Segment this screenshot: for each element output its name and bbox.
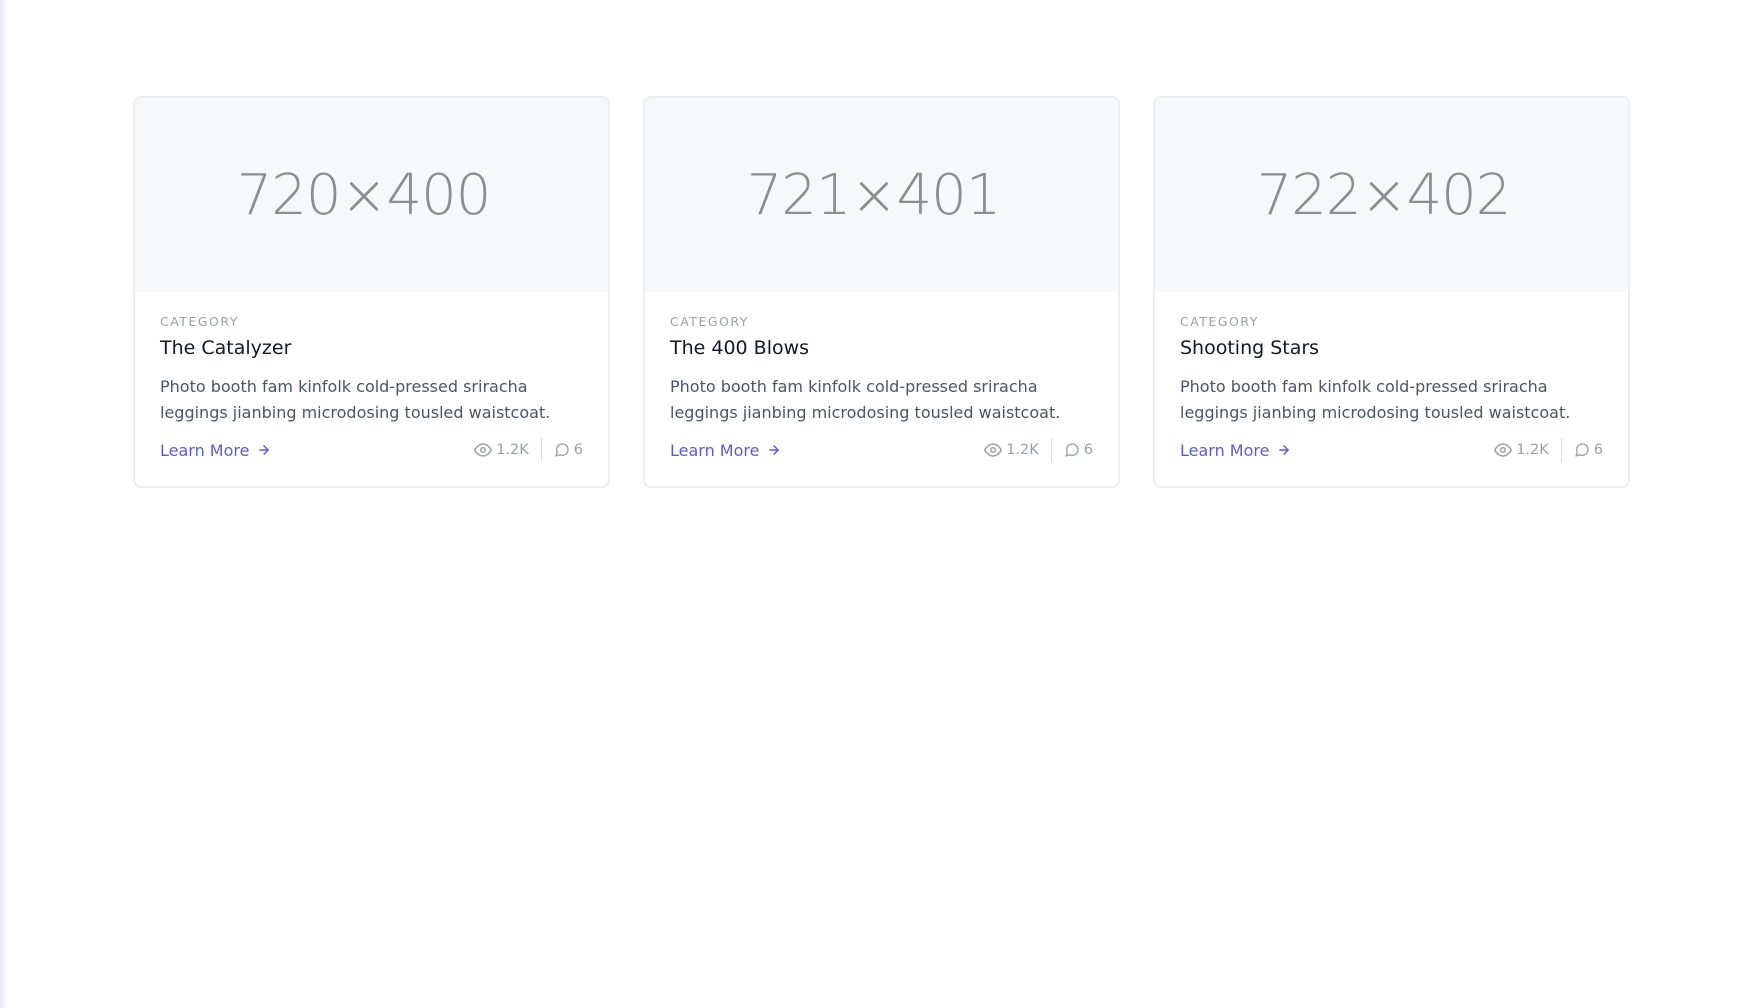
card-image-placeholder: 720×400 xyxy=(135,98,608,292)
chat-bubble-icon xyxy=(555,443,569,457)
card-stats: 1.2K 6 xyxy=(1494,438,1603,462)
learn-more-label: Learn More xyxy=(160,440,250,460)
card-title: The Catalyzer xyxy=(160,337,292,359)
card-title: The 400 Blows xyxy=(670,337,810,359)
views-count: 1.2K xyxy=(496,442,529,458)
eye-icon xyxy=(1494,443,1513,457)
views-stat: 1.2K xyxy=(984,441,1039,459)
comments-stat: 6 xyxy=(1064,442,1093,458)
views-stat: 1.2K xyxy=(474,441,529,459)
views-count: 1.2K xyxy=(1006,442,1039,458)
views-count: 1.2K xyxy=(1516,442,1549,458)
card-description: Photo booth fam kinfolk cold-pressed sri… xyxy=(160,377,551,422)
card-stats: 1.2K 6 xyxy=(984,438,1093,462)
comments-count: 6 xyxy=(1593,442,1603,458)
card-grid: 720×400 CATEGORY The Catalyzer Photo boo… xyxy=(133,96,1630,488)
card-description: Photo booth fam kinfolk cold-pressed sri… xyxy=(1180,377,1571,422)
card-body: CATEGORY The Catalyzer Photo booth fam k… xyxy=(135,292,608,463)
left-edge-shadow xyxy=(0,0,8,1008)
card-stats: 1.2K 6 xyxy=(474,438,583,462)
card-footer: Learn More 1.2K 6 xyxy=(1180,437,1603,463)
comments-stat: 6 xyxy=(1574,442,1603,458)
views-stat: 1.2K xyxy=(1494,441,1549,459)
eye-icon xyxy=(474,443,493,457)
comments-count: 6 xyxy=(1083,442,1093,458)
stats-divider xyxy=(1560,438,1562,462)
card: 722×402 CATEGORY Shooting Stars Photo bo… xyxy=(1153,96,1630,488)
card: 720×400 CATEGORY The Catalyzer Photo boo… xyxy=(133,96,610,488)
arrow-right-icon xyxy=(259,445,270,455)
comments-stat: 6 xyxy=(554,442,583,458)
card-footer: Learn More 1.2K 6 xyxy=(670,437,1093,463)
card-footer: Learn More 1.2K 6 xyxy=(160,437,583,463)
chat-bubble-icon xyxy=(1065,443,1079,457)
learn-more-label: Learn More xyxy=(670,440,760,460)
image-placeholder-label: 720×400 xyxy=(236,162,492,228)
stats-divider xyxy=(540,438,542,462)
card: 721×401 CATEGORY The 400 Blows Photo boo… xyxy=(643,96,1120,488)
stats-divider xyxy=(1050,438,1052,462)
arrow-right-icon xyxy=(769,445,780,455)
card-category: CATEGORY xyxy=(670,314,749,329)
learn-more-link[interactable]: Learn More xyxy=(1180,441,1291,460)
card-title: Shooting Stars xyxy=(1180,337,1320,359)
card-image-placeholder: 722×402 xyxy=(1155,98,1628,292)
card-image-placeholder: 721×401 xyxy=(645,98,1118,292)
card-body: CATEGORY The 400 Blows Photo booth fam k… xyxy=(645,292,1118,463)
learn-more-link[interactable]: Learn More xyxy=(160,441,271,460)
card-description: Photo booth fam kinfolk cold-pressed sri… xyxy=(670,377,1061,422)
learn-more-label: Learn More xyxy=(1180,440,1270,460)
page: 720×400 CATEGORY The Catalyzer Photo boo… xyxy=(0,0,1760,1008)
card-body: CATEGORY Shooting Stars Photo booth fam … xyxy=(1155,292,1628,463)
comments-count: 6 xyxy=(573,442,583,458)
chat-bubble-icon xyxy=(1575,443,1589,457)
image-placeholder-label: 721×401 xyxy=(746,162,1002,228)
image-placeholder-label: 722×402 xyxy=(1256,162,1512,228)
card-category: CATEGORY xyxy=(160,314,239,329)
learn-more-link[interactable]: Learn More xyxy=(670,441,781,460)
eye-icon xyxy=(984,443,1003,457)
arrow-right-icon xyxy=(1279,445,1290,455)
card-category: CATEGORY xyxy=(1180,314,1259,329)
